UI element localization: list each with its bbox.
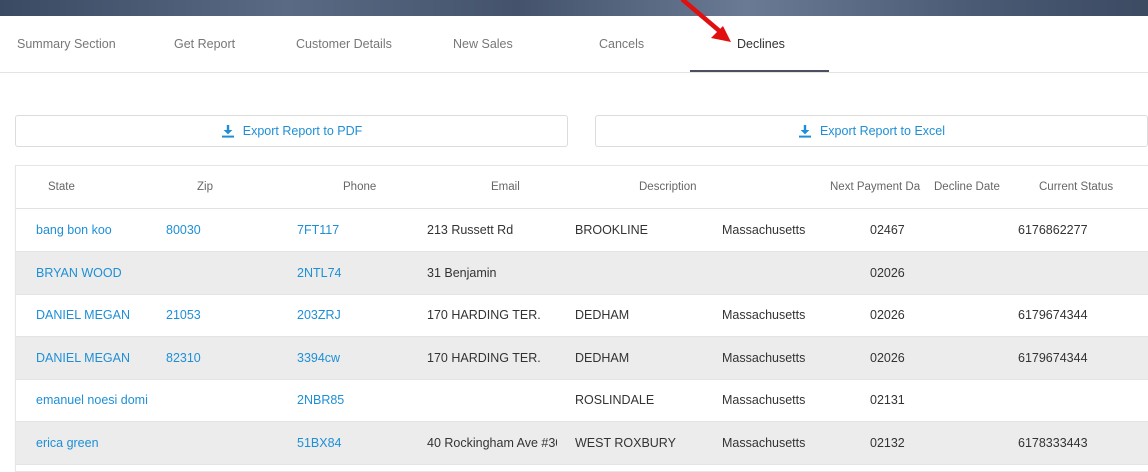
table-cell-current-status: 6179674344	[1018, 308, 1088, 322]
table-cell-email: 170 HARDING TER.	[427, 350, 541, 365]
table-row[interactable]: bang bon koo 80030 7FT117 213 Russett Rd BRO…	[16, 209, 1148, 252]
table-cell-zip[interactable]: 21053	[166, 294, 276, 336]
table-cell-phone[interactable]: 51BX84	[297, 422, 417, 464]
table-cell-state[interactable]: BRYAN WOOD	[36, 252, 160, 294]
table-cell-description: WEST ROXBURY	[575, 435, 676, 450]
table-cell-description: DEDHAM	[575, 308, 630, 322]
column-header-description[interactable]: Description	[639, 166, 697, 209]
table-cell-next-payment-da: Massachusetts	[722, 308, 806, 322]
tab-bar: Summary Section Get Report Customer Deta…	[0, 16, 1148, 73]
header-banner	[0, 0, 1148, 16]
table-row[interactable]: DANIEL MEGAN 21053 203ZRJ 170 HARDING TER. D…	[16, 294, 1148, 337]
table-cell-phone[interactable]: 2NBR85	[297, 379, 417, 421]
column-header-phone[interactable]: Phone	[343, 166, 376, 209]
table-cell-email: 31 Benjamin	[427, 265, 497, 280]
tab-summary-section[interactable]: Summary Section	[17, 16, 116, 73]
declines-table: State Zip Phone Email Description Next P…	[15, 165, 1148, 472]
export-pdf-button[interactable]: Export Report to PDF	[15, 115, 568, 147]
table-cell-phone[interactable]: 7FT117	[297, 209, 417, 251]
table-cell-description: DEDHAM	[575, 350, 630, 365]
table-cell-description: BROOKLINE	[575, 223, 648, 237]
table-cell-email	[427, 379, 557, 421]
active-tab-indicator	[690, 70, 829, 72]
table-cell-description: ROSLINDALE	[575, 393, 655, 407]
table-cell-phone[interactable]: 2NTL74	[297, 252, 417, 294]
export-excel-button[interactable]: Export Report to Excel	[595, 115, 1148, 147]
tab-cancels[interactable]: Cancels	[599, 16, 644, 73]
table-cell-email: 40 Rockingham Ave #30	[427, 435, 557, 450]
column-header-next-payment-date[interactable]: Next Payment Da	[830, 166, 922, 209]
column-header-decline-date[interactable]: Decline Date	[934, 166, 1000, 209]
column-header-current-status[interactable]: Current Status	[1039, 166, 1113, 209]
column-header-email[interactable]: Email	[491, 166, 520, 209]
export-excel-label: Export Report to Excel	[819, 124, 946, 138]
table-cell-email: 213 Russett Rd	[427, 223, 514, 237]
table-row[interactable]: emanuel noesi domi 2NBR85 ROSLINDALE Massac…	[16, 379, 1148, 422]
table-cell-phone[interactable]: 3394cw	[297, 337, 417, 379]
table-cell-zip[interactable]	[166, 422, 276, 464]
table-cell-current-status	[1018, 252, 1148, 294]
tab-declines[interactable]: Declines	[737, 16, 785, 73]
column-header-zip[interactable]: Zip	[197, 166, 213, 209]
table-cell-decline-date: 02026	[870, 350, 905, 365]
table-cell-description	[575, 252, 715, 294]
table-cell-zip[interactable]	[166, 252, 276, 294]
table-cell-next-payment-da: Massachusetts	[722, 223, 806, 237]
table-cell-state[interactable]: DANIEL MEGAN	[36, 337, 160, 379]
tab-get-report[interactable]: Get Report	[174, 16, 235, 73]
table-row[interactable]: erica green 51BX84 40 Rockingham Ave #30 WE…	[16, 421, 1148, 465]
table-cell-state[interactable]: emanuel noesi domi	[36, 379, 160, 421]
table-row[interactable]: DANIEL MEGAN 82310 3394cw 170 HARDING TER. D…	[16, 336, 1148, 380]
table-cell-state[interactable]: bang bon koo	[36, 209, 160, 251]
tab-new-sales[interactable]: New Sales	[453, 16, 513, 73]
table-cell-current-status	[1018, 379, 1148, 421]
table-cell-decline-date: 02132	[870, 435, 905, 450]
table-cell-email: 170 HARDING TER.	[427, 308, 541, 322]
table-cell-next-payment-da: Massachusetts	[722, 350, 806, 365]
table-cell-state[interactable]: DANIEL MEGAN	[36, 294, 160, 336]
table-cell-decline-date: 02467	[870, 223, 905, 237]
table-cell-next-payment-da: Massachusetts	[722, 393, 806, 407]
table-cell-decline-date: 02026	[870, 308, 905, 322]
table-cell-current-status: 6178333443	[1018, 435, 1088, 450]
column-header-state[interactable]: State	[48, 166, 75, 209]
annotation-arrow-icon	[680, 0, 731, 42]
table-cell-zip[interactable]: 82310	[166, 337, 276, 379]
table-cell-current-status: 6176862277	[1018, 223, 1088, 237]
table-cell-next-payment-da: Massachusetts	[722, 435, 806, 450]
table-cell-decline-date: 02026	[870, 265, 905, 280]
table-cell-zip[interactable]	[166, 379, 276, 421]
table-cell-current-status: 6179674344	[1018, 350, 1088, 365]
table-cell-zip[interactable]: 80030	[166, 209, 276, 251]
table-row[interactable]: BRYAN WOOD 2NTL74 31 Benjamin 02026	[16, 251, 1148, 295]
tab-customer-details[interactable]: Customer Details	[296, 16, 392, 73]
table-cell-decline-date: 02131	[870, 393, 905, 407]
table-cell-next-payment-da	[722, 252, 862, 294]
table-cell-phone[interactable]: 203ZRJ	[297, 294, 417, 336]
download-icon	[221, 125, 234, 138]
download-icon	[798, 125, 811, 138]
export-pdf-label: Export Report to PDF	[242, 124, 363, 138]
table-header: State Zip Phone Email Description Next P…	[16, 166, 1148, 209]
table-cell-state[interactable]: erica green	[36, 422, 160, 464]
